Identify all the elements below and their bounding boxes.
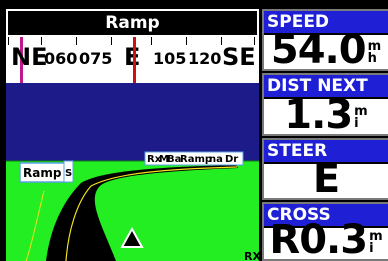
compass-cardinal-right: SE xyxy=(222,43,256,71)
compass-tick xyxy=(111,37,112,45)
field-value: 54.0 mh xyxy=(264,27,388,73)
dist-next-field[interactable]: DIST NEXT 1.3 mi xyxy=(262,73,388,136)
highway-scene: Ramp S Rx M Ba Ramp na Dr RX xyxy=(6,83,259,261)
cross-track-field[interactable]: CROSS TRACK R0.3 mi xyxy=(262,202,388,261)
compass-tick-label: 105 xyxy=(153,49,187,68)
field-value: 1.3 mi xyxy=(264,92,388,138)
compass-tick-label: 120 xyxy=(188,49,222,68)
gps-map-screen: Ramp NE 060 075 E 105 120 SE xyxy=(0,0,388,261)
compass-tick-label: 075 xyxy=(79,49,113,68)
compass-tick xyxy=(186,37,187,45)
highway-3d-view: Ramp S Rx M Ba Ramp na Dr RX xyxy=(6,83,259,261)
steer-value: E xyxy=(312,156,340,202)
unit-bottom: h xyxy=(367,51,377,66)
highway-view-pane: Ramp NE 060 075 E 105 120 SE xyxy=(0,0,259,261)
heading-marker xyxy=(133,37,136,83)
compass-tape: NE 060 075 E 105 120 SE xyxy=(6,37,259,83)
corner-label: RX xyxy=(244,250,259,261)
far-label: Ramp xyxy=(180,154,212,165)
compass-tick xyxy=(8,37,9,45)
compass-tick xyxy=(41,37,42,45)
far-label: na xyxy=(209,154,223,165)
compass-tick xyxy=(221,37,222,45)
cross-track-value: R0.3 xyxy=(269,217,368,261)
speed-unit: mh xyxy=(367,40,382,66)
sky xyxy=(6,83,259,161)
speed-value: 54.0 xyxy=(270,27,367,73)
compass-tick xyxy=(76,37,77,45)
field-value: E xyxy=(264,156,388,202)
compass-tick xyxy=(151,37,152,45)
dist-next-value: 1.3 xyxy=(284,92,353,138)
dist-next-unit: mi xyxy=(354,105,368,131)
compass-tick-label: 060 xyxy=(44,49,78,68)
field-value: R0.3 mi xyxy=(264,217,388,261)
compass-tick xyxy=(254,37,255,45)
waypoint-flag-label: S xyxy=(65,168,72,179)
compass-cardinal-left: NE xyxy=(11,43,48,71)
unit-bottom: i xyxy=(354,116,359,131)
far-label: Dr xyxy=(225,154,238,165)
destination-title: Ramp xyxy=(6,9,259,37)
steer-field[interactable]: STEER E xyxy=(262,138,388,200)
waypoint-label: Ramp xyxy=(23,166,62,180)
cross-track-unit: mi xyxy=(369,230,383,256)
unit-bottom: i xyxy=(369,241,374,256)
speed-field[interactable]: SPEED 54.0 mh xyxy=(262,9,388,71)
